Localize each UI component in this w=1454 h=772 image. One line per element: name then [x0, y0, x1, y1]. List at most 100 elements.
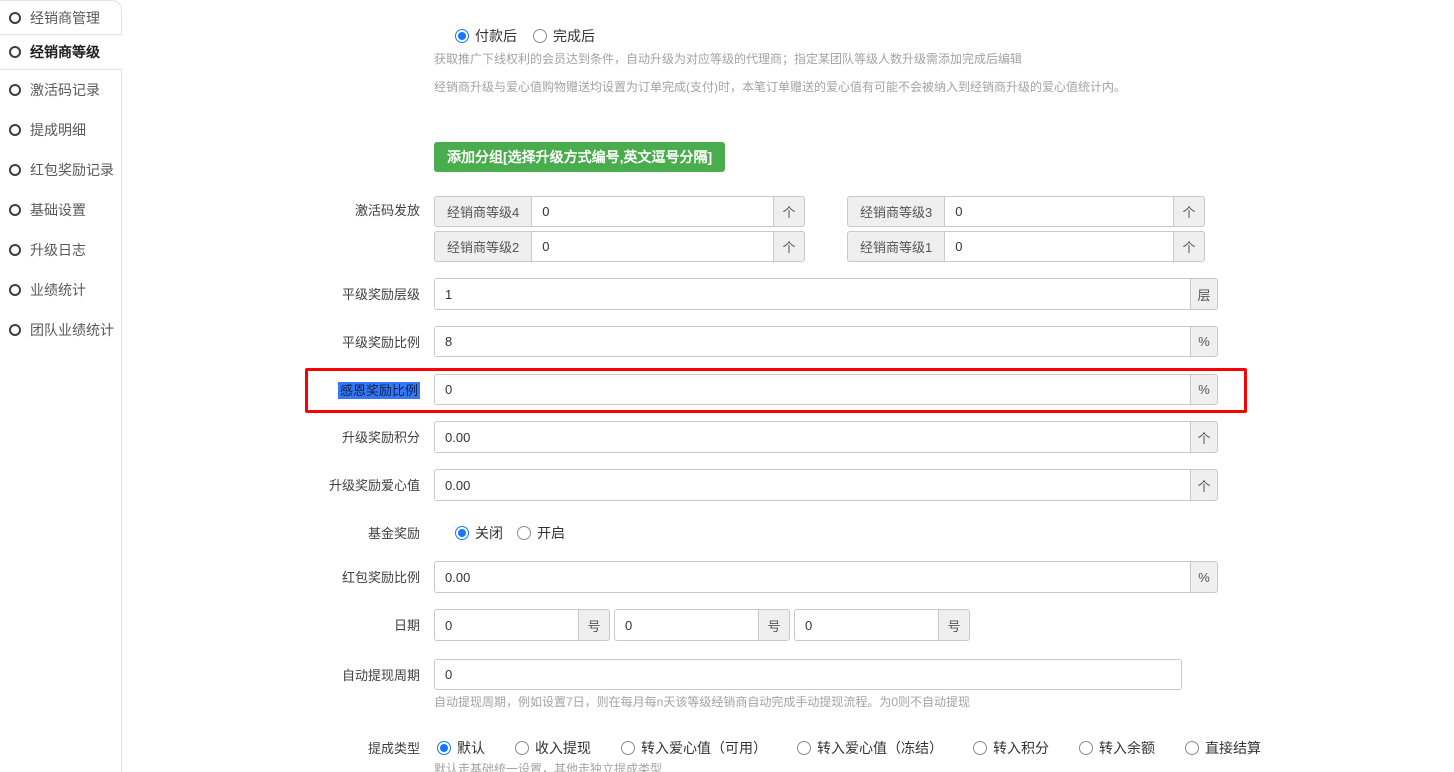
commission-type-label: 提成类型: [121, 741, 420, 757]
upgrade-help-line-1: 获取推广下线权利的会员达到条件，自动升级为对应等级的代理商；指定某团队等级人数升…: [434, 52, 1022, 67]
gratitude-ratio-label: 感恩奖励比例: [121, 383, 420, 399]
upgrade-love-label: 升级奖励爱心值: [121, 478, 420, 494]
peer-ratio-group: %: [434, 326, 1218, 357]
unit-addon: 个: [1173, 196, 1205, 227]
radio-commission-points[interactable]: 转入积分: [973, 738, 1049, 758]
radio-unchecked-icon: [621, 741, 635, 755]
activation-level1-group: 经销商等级1 个: [847, 231, 1205, 262]
date-input-1[interactable]: [434, 609, 578, 641]
circle-icon: [9, 46, 21, 58]
level2-count-input[interactable]: [532, 231, 773, 262]
radio-unchecked-icon: [533, 29, 547, 43]
radio-fund-closed[interactable]: 关闭: [455, 523, 503, 543]
sidebar-item-redpacket-records[interactable]: 红包奖励记录: [0, 150, 121, 190]
sidebar-item-team-performance-stats[interactable]: 团队业绩统计: [0, 310, 121, 350]
unit-addon: 个: [773, 231, 805, 262]
upgrade-points-label: 升级奖励积分: [121, 430, 420, 446]
radio-label: 开启: [537, 523, 565, 543]
layer-addon: 层: [1190, 278, 1218, 310]
radio-checked-icon: [455, 29, 469, 43]
sidebar-item-dealer-management[interactable]: 经销商管理: [0, 1, 121, 35]
date-group-3: 号: [794, 609, 970, 641]
activation-codes-label: 激活码发放: [121, 203, 420, 219]
radio-after-completion[interactable]: 完成后: [533, 26, 595, 46]
sidebar-item-activation-code-records[interactable]: 激活码记录: [0, 70, 121, 110]
radio-unchecked-icon: [1185, 741, 1199, 755]
radio-commission-default[interactable]: 默认: [437, 738, 485, 758]
circle-icon: [9, 244, 21, 256]
radio-checked-icon: [437, 741, 451, 755]
radio-label: 付款后: [475, 26, 517, 46]
radio-commission-balance[interactable]: 转入余额: [1079, 738, 1155, 758]
sidebar-item-label: 激活码记录: [30, 80, 100, 100]
sidebar-item-dealer-level[interactable]: 经销商等级: [0, 35, 122, 70]
day-addon: 号: [758, 609, 790, 641]
radio-label: 转入积分: [993, 738, 1049, 758]
radio-label: 转入余额: [1099, 738, 1155, 758]
radio-checked-icon: [455, 526, 469, 540]
level3-prefix-addon: 经销商等级3: [847, 196, 945, 227]
upgrade-love-group: 个: [434, 469, 1218, 501]
auto-withdraw-input[interactable]: [434, 659, 1182, 690]
sidebar-item-label: 红包奖励记录: [30, 160, 114, 180]
circle-icon: [9, 204, 21, 216]
peer-ratio-input[interactable]: [434, 326, 1190, 357]
sidebar-item-label: 经销商等级: [30, 42, 100, 62]
sidebar-item-label: 业绩统计: [30, 280, 86, 300]
fund-reward-label: 基金奖励: [121, 526, 420, 542]
radio-commission-love-frozen[interactable]: 转入爱心值（冻结）: [797, 738, 943, 758]
radio-unchecked-icon: [1079, 741, 1093, 755]
unit-addon: 个: [773, 196, 805, 227]
circle-icon: [9, 124, 21, 136]
radio-commission-income-withdraw[interactable]: 收入提现: [515, 738, 591, 758]
radio-label: 默认: [457, 738, 485, 758]
radio-commission-love-available[interactable]: 转入爱心值（可用）: [621, 738, 767, 758]
unit-addon: 个: [1190, 421, 1218, 453]
radio-unchecked-icon: [973, 741, 987, 755]
commission-type-help: 默认走基础统一设置，其他走独立提成类型: [434, 762, 662, 772]
upgrade-love-input[interactable]: [434, 469, 1190, 501]
level1-prefix-addon: 经销商等级1: [847, 231, 945, 262]
peer-level-input[interactable]: [434, 278, 1190, 310]
level4-prefix-addon: 经销商等级4: [434, 196, 532, 227]
unit-addon: 个: [1173, 231, 1205, 262]
sidebar-item-performance-stats[interactable]: 业绩统计: [0, 270, 121, 310]
sidebar-item-label: 升级日志: [30, 240, 86, 260]
upgrade-timing-radio-group: 付款后 完成后: [455, 26, 595, 46]
level2-prefix-addon: 经销商等级2: [434, 231, 532, 262]
radio-unchecked-icon: [515, 741, 529, 755]
gratitude-ratio-input[interactable]: [434, 374, 1190, 405]
percent-addon: %: [1190, 561, 1218, 593]
circle-icon: [9, 84, 21, 96]
percent-addon: %: [1190, 374, 1218, 405]
activation-level4-group: 经销商等级4 个: [434, 196, 805, 227]
activation-level2-group: 经销商等级2 个: [434, 231, 805, 262]
peer-level-label: 平级奖励层级: [121, 287, 420, 303]
date-group-1: 号: [434, 609, 610, 641]
date-input-2[interactable]: [614, 609, 758, 641]
sidebar-item-label: 基础设置: [30, 200, 86, 220]
radio-after-payment[interactable]: 付款后: [455, 26, 517, 46]
radio-commission-direct-settle[interactable]: 直接结算: [1185, 738, 1261, 758]
sidebar-item-label: 经销商管理: [30, 8, 100, 28]
level4-count-input[interactable]: [532, 196, 773, 227]
upgrade-points-input[interactable]: [434, 421, 1190, 453]
sidebar-item-basic-settings[interactable]: 基础设置: [0, 190, 121, 230]
level1-count-input[interactable]: [945, 231, 1173, 262]
auto-withdraw-help: 自动提现周期，例如设置7日，则在每月每n天该等级经销商自动完成手动提现流程。为0…: [434, 695, 970, 710]
sidebar-item-upgrade-log[interactable]: 升级日志: [0, 230, 121, 270]
date-label: 日期: [121, 618, 420, 634]
sidebar-item-commission-detail[interactable]: 提成明细: [0, 110, 121, 150]
red-packet-ratio-input[interactable]: [434, 561, 1190, 593]
level3-count-input[interactable]: [945, 196, 1173, 227]
date-input-3[interactable]: [794, 609, 938, 641]
peer-ratio-label: 平级奖励比例: [121, 335, 420, 351]
circle-icon: [9, 164, 21, 176]
radio-label: 转入爱心值（冻结）: [817, 738, 943, 758]
unit-addon: 个: [1190, 469, 1218, 501]
add-group-button[interactable]: 添加分组[选择升级方式编号,英文逗号分隔]: [434, 142, 725, 172]
upgrade-points-group: 个: [434, 421, 1218, 453]
radio-label: 直接结算: [1205, 738, 1261, 758]
radio-fund-open[interactable]: 开启: [517, 523, 565, 543]
sidebar-item-label: 团队业绩统计: [30, 320, 114, 340]
